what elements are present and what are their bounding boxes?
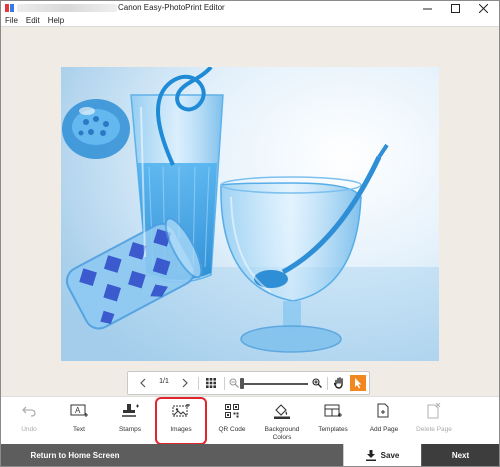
images-highlight-frame (155, 397, 207, 445)
zoom-slider-handle[interactable] (240, 378, 244, 389)
title-bar: Canon Easy-PhotoPrint Editor (1, 1, 499, 15)
divider (327, 377, 328, 390)
delete-page-icon (427, 403, 441, 419)
stamps-button[interactable]: Stamps (105, 399, 155, 443)
delete-page-label: Delete Page (416, 426, 452, 433)
stamp-icon (122, 404, 139, 417)
qr-code-button[interactable]: QR Code (207, 399, 257, 443)
text-button[interactable]: A Text (54, 399, 104, 443)
close-icon (478, 3, 488, 13)
add-page-button[interactable]: Add Page (359, 399, 409, 443)
zoom-in-button[interactable] (310, 372, 323, 394)
templates-button[interactable]: Templates (308, 399, 358, 443)
background-colors-icon (274, 403, 290, 419)
divider (198, 377, 199, 390)
save-button[interactable]: Save (343, 444, 421, 466)
app-window: Canon Easy-PhotoPrint Editor File Edit H… (0, 0, 500, 467)
download-icon (365, 449, 376, 461)
canvas-photo[interactable] (61, 67, 439, 361)
text-icon: A (70, 404, 88, 417)
undo-icon (22, 406, 36, 417)
minimize-icon (422, 8, 432, 9)
view-toolbar: 1/1 (127, 371, 370, 395)
minimize-button[interactable] (413, 1, 441, 15)
tools-panel: Undo A Text Stamps Images QR Code Backgr… (1, 396, 499, 444)
pointer-icon (355, 377, 362, 388)
glassware-photo (61, 67, 439, 361)
chevron-left-icon (140, 378, 146, 388)
page-indicator: 1/1 (159, 378, 169, 385)
add-page-icon (377, 403, 389, 418)
hand-tool-button[interactable] (331, 372, 347, 394)
editing-workspace: 1/1 (1, 26, 499, 396)
qr-code-icon (225, 404, 239, 418)
zoom-out-icon (229, 378, 239, 388)
bottom-bar: Return to Home Screen Save Next (1, 444, 499, 466)
page-list-button[interactable] (202, 372, 220, 394)
title-redacted (17, 4, 117, 12)
menu-bar: File Edit Help (1, 15, 499, 26)
background-colors-button[interactable]: Background Colors (257, 399, 307, 443)
zoom-slider[interactable] (242, 383, 308, 385)
svg-text:A: A (75, 406, 81, 415)
zoom-in-icon (311, 378, 322, 388)
maximize-icon (450, 3, 460, 13)
maximize-button[interactable] (441, 1, 469, 15)
undo-button[interactable]: Undo (4, 399, 54, 443)
close-button[interactable] (469, 1, 497, 15)
return-home-button[interactable]: Return to Home Screen (1, 444, 149, 466)
hand-icon (333, 377, 343, 389)
menu-help[interactable]: Help (48, 15, 64, 26)
templates-icon (324, 404, 342, 417)
chevron-right-icon (182, 378, 188, 388)
next-button[interactable]: Next (422, 444, 499, 466)
save-label: Save (380, 450, 400, 460)
next-page-button[interactable] (176, 372, 194, 394)
app-logo-icon (5, 4, 14, 12)
grid-icon (206, 378, 216, 388)
menu-file[interactable]: File (5, 15, 18, 26)
delete-page-button[interactable]: Delete Page (409, 399, 459, 443)
previous-page-button[interactable] (134, 372, 152, 394)
divider (224, 377, 225, 390)
pointer-tool-button[interactable] (350, 375, 366, 391)
zoom-out-button[interactable] (227, 372, 240, 394)
menu-edit[interactable]: Edit (26, 15, 40, 26)
window-title: Canon Easy-PhotoPrint Editor (118, 3, 225, 12)
